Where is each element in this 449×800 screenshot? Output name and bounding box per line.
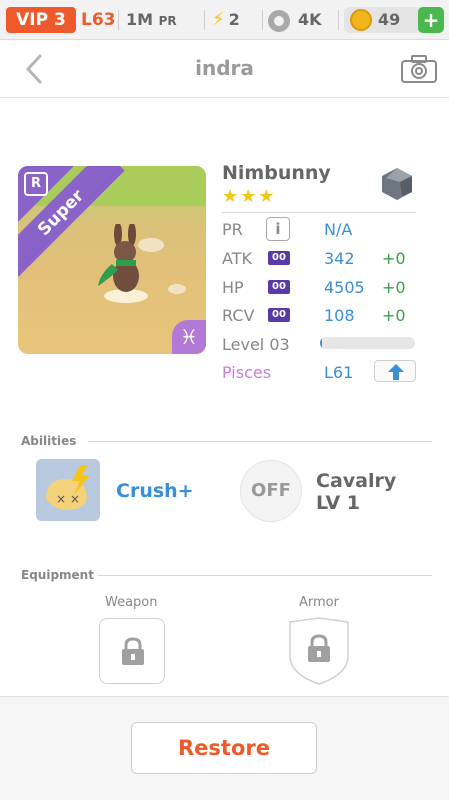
abilities-heading: Abilities — [21, 434, 77, 448]
lock-icon — [122, 637, 144, 665]
page-header: indra — [0, 40, 449, 98]
weapon-slot[interactable] — [99, 618, 165, 684]
crush-ability-icon[interactable]: × × — [36, 459, 100, 521]
hp-label: HP — [222, 278, 244, 297]
armor-slot[interactable] — [286, 616, 352, 686]
rcv-bonus: +0 — [382, 306, 406, 325]
add-coins-button[interactable]: + — [418, 7, 444, 33]
divider — [118, 10, 119, 30]
camera-icon[interactable] — [400, 54, 438, 84]
energy-value: 2 — [228, 10, 240, 29]
level-label: Level 03 — [222, 335, 290, 354]
rcv-badge: 00 — [268, 308, 290, 322]
pisces-icon: ♓ — [172, 320, 206, 354]
hp-badge: 00 — [268, 280, 290, 294]
armor-label: Armor — [299, 595, 339, 610]
page-title: indra — [195, 56, 254, 80]
hp-value: 4505 — [324, 278, 365, 297]
player-level: L63 — [81, 10, 116, 30]
crush-icon: × × — [36, 459, 100, 521]
paw-value: 4K — [298, 10, 322, 29]
power-rating: 1M PR — [126, 8, 177, 33]
zodiac-label: Pisces — [222, 363, 272, 382]
pet-name: Nimbunny — [222, 162, 331, 184]
divider — [204, 10, 205, 30]
pr-label: PR — [222, 220, 243, 239]
zodiac-level: L61 — [324, 363, 354, 382]
pr-stat-value: N/A — [324, 220, 353, 239]
divider — [338, 10, 339, 30]
lightning-icon: ⚡ — [212, 9, 225, 30]
status-bar: VIP 3 L63 1M PR ⚡ 2 4K 49 + — [0, 0, 449, 40]
svg-text:× ×: × × — [56, 492, 80, 506]
coin-counter[interactable]: 49 + — [344, 7, 444, 33]
pr-value: 1M — [126, 10, 154, 29]
level-progress-fill — [320, 337, 322, 349]
rarity-badge: R — [24, 172, 48, 196]
equipment-heading: Equipment — [21, 568, 94, 582]
pet-artwork — [98, 224, 148, 303]
divider — [98, 575, 432, 576]
paw-icon — [268, 9, 290, 32]
atk-label: ATK — [222, 249, 252, 268]
pr-unit: PR — [158, 14, 177, 28]
energy-counter[interactable]: ⚡ 2 — [212, 8, 240, 32]
atk-value: 342 — [324, 249, 355, 268]
rcv-value: 108 — [324, 306, 355, 325]
coin-icon — [350, 9, 372, 31]
coin-value: 49 — [378, 10, 401, 29]
star-rating: ★★★ — [222, 186, 277, 207]
upgrade-button[interactable] — [374, 360, 416, 382]
vip-badge[interactable]: VIP 3 — [6, 7, 76, 33]
element-gem-icon — [382, 168, 412, 200]
rcv-label: RCV — [222, 306, 255, 325]
info-button[interactable]: i — [266, 217, 290, 241]
divider — [222, 212, 416, 213]
paw-counter[interactable]: 4K — [268, 8, 322, 32]
passive-ability-toggle[interactable]: OFF — [240, 460, 302, 522]
up-arrow-icon — [388, 364, 404, 380]
passive-ability-name: Cavalry — [316, 470, 397, 492]
level-progress-bar — [320, 337, 415, 349]
active-ability-name[interactable]: Crush+ — [116, 480, 194, 502]
pet-card[interactable]: Super R ♓ — [18, 166, 206, 354]
atk-badge: 00 — [268, 251, 290, 265]
passive-ability-level: LV 1 — [316, 492, 361, 514]
rock-decoration — [168, 284, 186, 294]
restore-button[interactable]: Restore — [131, 722, 317, 774]
divider — [262, 10, 263, 30]
hp-bonus: +0 — [382, 278, 406, 297]
passive-ability[interactable]: Cavalry LV 1 — [316, 470, 396, 514]
weapon-label: Weapon — [105, 595, 158, 610]
divider — [88, 441, 432, 442]
atk-bonus: +0 — [382, 249, 406, 268]
